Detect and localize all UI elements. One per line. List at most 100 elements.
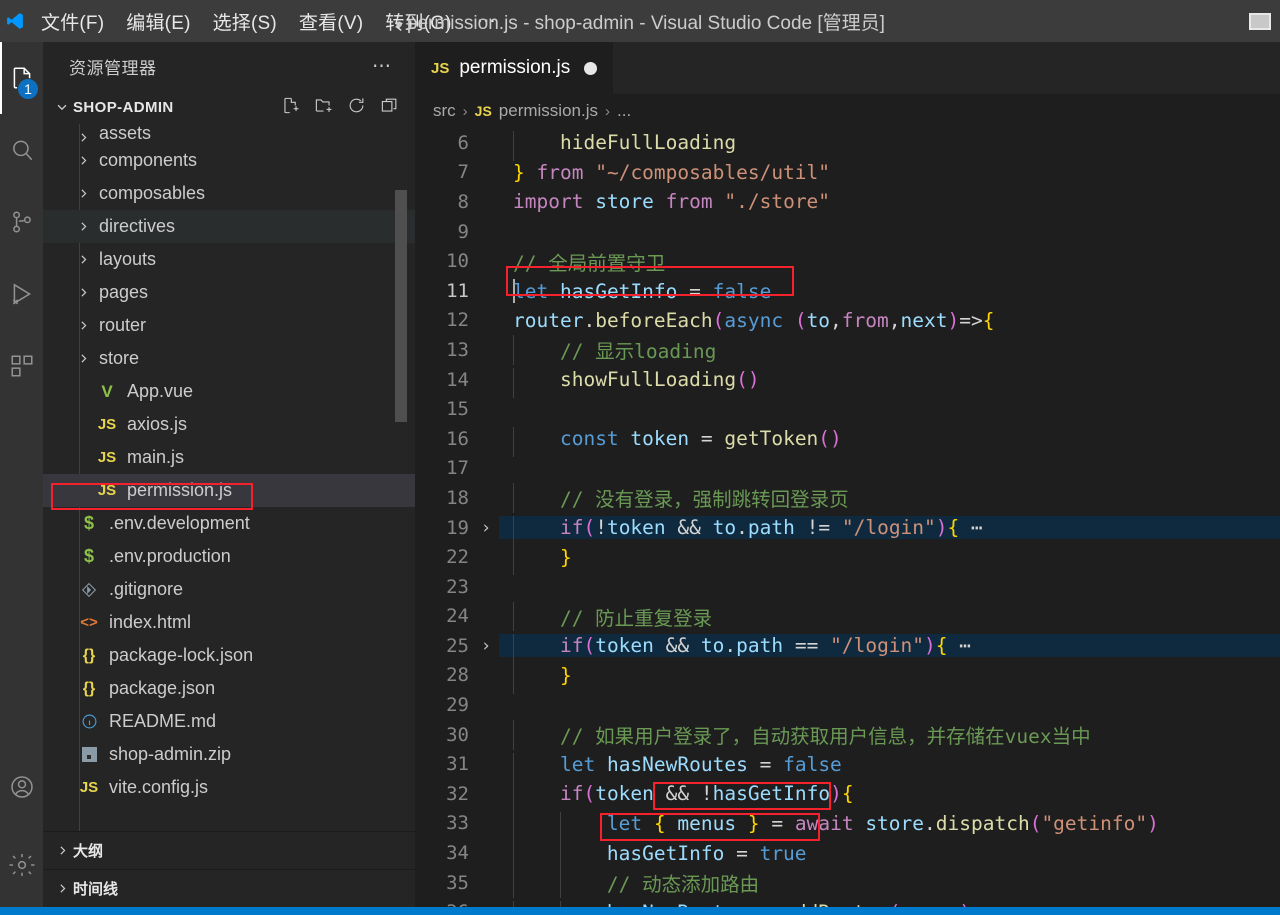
code-line-31[interactable]: 31 let hasNewRoutes = false <box>415 749 1280 783</box>
menu-edit[interactable]: 编辑(E) <box>115 0 201 42</box>
code-text: hasNewRoutes = addRoutes(menus) <box>499 900 1280 907</box>
code-line-22[interactable]: 22 } <box>415 542 1280 576</box>
workbench-body: 1 资源管理器 ⋯ SHOP-ADMIN assets components c… <box>0 42 1280 907</box>
tree-file--gitignore[interactable]: .gitignore <box>43 573 415 606</box>
tree-file-main-js[interactable]: JS main.js <box>43 441 415 474</box>
line-number: 34 <box>446 842 469 865</box>
vue-icon: V <box>101 381 113 401</box>
tree-folder-store[interactable]: store <box>43 342 415 375</box>
code-line-28[interactable]: 28 } <box>415 661 1280 694</box>
chevron-right-icon <box>73 352 93 365</box>
code-line-35[interactable]: 35 // 动态添加路由 <box>415 868 1280 898</box>
activity-settings-gear-icon[interactable] <box>0 823 43 907</box>
tree-folder-pages[interactable]: pages <box>43 276 415 309</box>
outline-panel-label: 大纲 <box>73 843 104 860</box>
code-line-30[interactable]: 30 // 如果用户登录了，自动获取用户信息，并存储在vuex当中 <box>415 720 1280 750</box>
file-tree[interactable]: assets components composables directives lay… <box>43 124 415 831</box>
code-line-9[interactable]: 9 <box>415 217 1280 247</box>
activity-account-icon[interactable] <box>0 751 43 823</box>
activity-run-debug-icon[interactable] <box>0 258 43 330</box>
tree-file-shop-admin-zip[interactable]: shop-admin.zip <box>43 738 415 771</box>
code-line-6[interactable]: 6 hideFullLoading <box>415 128 1280 161</box>
tree-folder-components[interactable]: components <box>43 144 415 177</box>
sidebar-scrollbar[interactable] <box>395 190 407 422</box>
activity-explorer-icon[interactable]: 1 <box>0 42 43 114</box>
fold-expand-icon[interactable]: › <box>473 518 499 538</box>
breadcrumb-item-src[interactable]: src <box>433 101 456 121</box>
line-number: 35 <box>446 871 469 894</box>
activity-search-icon[interactable] <box>0 114 43 186</box>
line-number: 36 <box>415 901 473 907</box>
tree-folder-router[interactable]: router <box>43 309 415 342</box>
tree-file-App-vue[interactable]: V App.vue <box>43 375 415 408</box>
tab-modified-dot-icon[interactable] <box>584 61 598 75</box>
code-line-14[interactable]: 14 showFullLoading() <box>415 365 1280 398</box>
code-line-15[interactable]: 15 <box>415 394 1280 424</box>
project-section-header[interactable]: SHOP-ADMIN <box>43 90 415 124</box>
code-line-11[interactable]: 11 let hasGetInfo = false <box>415 276 1280 306</box>
line-number: 23 <box>446 575 469 598</box>
line-number: 24 <box>446 605 469 628</box>
code-line-23[interactable]: 23 <box>415 572 1280 602</box>
new-folder-icon[interactable] <box>314 96 333 119</box>
tree-file-vite-config-js[interactable]: JS vite.config.js <box>43 771 415 804</box>
tree-folder-layouts[interactable]: layouts <box>43 243 415 276</box>
activity-extensions-icon[interactable] <box>0 330 43 402</box>
refresh-icon[interactable] <box>347 96 366 119</box>
chevron-right-icon <box>51 882 73 895</box>
tree-file-permission-js[interactable]: JS permission.js <box>43 474 415 507</box>
collapse-all-icon[interactable] <box>380 96 399 119</box>
code-line-24[interactable]: 24 // 防止重复登录 <box>415 601 1280 632</box>
chevron-down-icon <box>51 100 73 114</box>
code-line-32[interactable]: 32 if(token && !hasGetInfo){ <box>415 779 1280 812</box>
timeline-panel-header[interactable]: 时间线 <box>43 869 415 907</box>
breadcrumb-item-symbol[interactable]: ... <box>617 101 631 121</box>
explorer-more-actions-icon[interactable]: ⋯ <box>364 55 401 78</box>
code-line-10[interactable]: 10 // 全局前置守卫 <box>415 246 1280 276</box>
js-icon: JS <box>79 779 99 796</box>
tree-folder-composables[interactable]: composables <box>43 177 415 210</box>
code-line-34[interactable]: 34 hasGetInfo = true <box>415 838 1280 872</box>
code-line-7[interactable]: 7} from "~/composables/util" <box>415 158 1280 188</box>
tree-item-label: vite.config.js <box>109 777 209 797</box>
tab-permission-js[interactable]: JS permission.js <box>415 42 615 94</box>
menu-go[interactable]: 转到(G) <box>374 0 462 42</box>
new-file-icon[interactable] <box>281 96 300 119</box>
tree-file-index-html[interactable]: <> index.html <box>43 606 415 639</box>
code-line-16[interactable]: 16 const token = getToken() <box>415 424 1280 457</box>
code-line-36[interactable]: 36 hasNewRoutes = addRoutes(menus) <box>415 897 1280 907</box>
code-line-8[interactable]: 8 import store from "./store" <box>415 187 1280 217</box>
explorer-title: 资源管理器 <box>69 58 157 78</box>
code-line-12[interactable]: 12 router.beforeEach(async (to,from,next)… <box>415 306 1280 336</box>
code-line-25[interactable]: 25 › if(token && to.path == "/login"){ ⋯ <box>415 631 1280 664</box>
chevron-right-icon <box>73 220 93 233</box>
code-editor[interactable]: 6 hideFullLoading 7} from "~/composables/… <box>415 128 1280 907</box>
code-line-13[interactable]: 13 // 显示loading <box>415 335 1280 366</box>
tree-item-label: store <box>99 348 140 368</box>
breadcrumb-item-file[interactable]: permission.js <box>499 101 598 121</box>
tree-file-README-md[interactable]: README.md <box>43 705 415 738</box>
code-line-18[interactable]: 18 // 没有登录，强制跳转回登录页 <box>415 483 1280 514</box>
tree-folder-assets[interactable]: assets <box>43 124 415 144</box>
menu-bar: 文件(F) 编辑(E) 选择(S) 查看(V) 转到(G) ⋯ <box>30 0 512 42</box>
code-line-33[interactable]: 33 let { menus } = await store.dispatch(… <box>415 809 1280 842</box>
line-number: 19 <box>446 516 469 539</box>
chevron-right-icon <box>73 187 93 200</box>
tree-file-package-json[interactable]: {} package.json <box>43 672 415 705</box>
tree-folder-directives[interactable]: directives <box>43 210 415 243</box>
code-line-19[interactable]: 19 › if(!token && to.path != "/login"){ ⋯ <box>415 513 1280 546</box>
fold-expand-icon[interactable]: › <box>473 636 499 656</box>
tree-file-axios-js[interactable]: JS axios.js <box>43 408 415 441</box>
outline-panel-header[interactable]: 大纲 <box>43 831 415 869</box>
menu-file[interactable]: 文件(F) <box>30 0 115 42</box>
menu-overflow-icon[interactable]: ⋯ <box>463 0 512 42</box>
activity-source-control-icon[interactable] <box>0 186 43 258</box>
menu-view[interactable]: 查看(V) <box>288 0 374 42</box>
code-line-17[interactable]: 17 <box>415 454 1280 484</box>
tree-file-package-lock-json[interactable]: {} package-lock.json <box>43 639 415 672</box>
tree-file--env-production[interactable]: $ .env.production <box>43 540 415 573</box>
tree-file--env-development[interactable]: $ .env.development <box>43 507 415 540</box>
code-line-29[interactable]: 29 <box>415 690 1280 720</box>
menu-selection[interactable]: 选择(S) <box>202 0 288 42</box>
restore-window-button[interactable] <box>1240 0 1280 42</box>
